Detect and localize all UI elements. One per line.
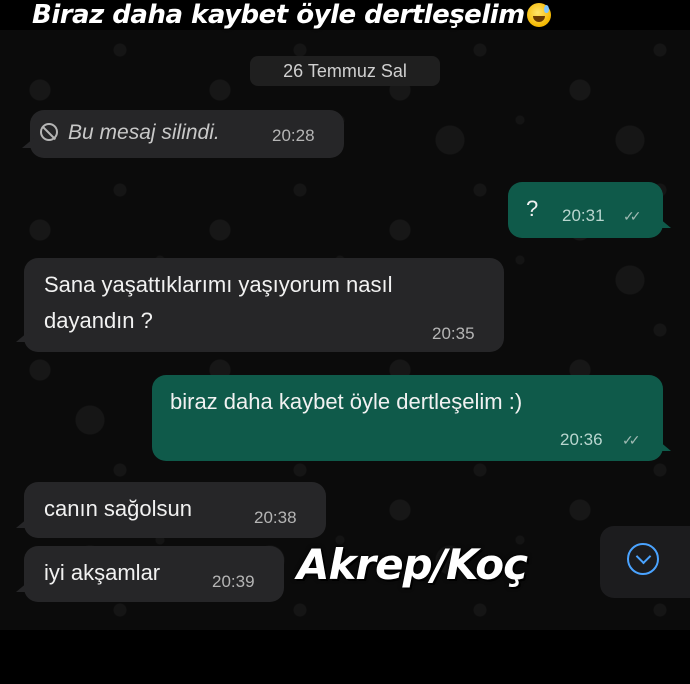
message-text: ? [526, 196, 539, 221]
sticker-text: Akrep/Koç [297, 540, 528, 589]
message-outgoing[interactable]: ? 20:31 ✓✓ [508, 182, 671, 238]
scroll-to-bottom-button[interactable] [600, 526, 690, 598]
message-text: canın sağolsun [44, 496, 192, 521]
bubble-tail [16, 582, 28, 592]
message-time: 20:39 [212, 572, 255, 591]
message-text: biraz daha kaybet öyle dertleşelim :) [170, 389, 523, 414]
bubble-tail [16, 518, 28, 528]
sweat-smile-emoji-icon [526, 3, 551, 27]
message-incoming-deleted[interactable]: Bu mesaj silindi. 20:28 [22, 110, 344, 158]
bubble-tail [22, 138, 34, 148]
bubble-tail [16, 332, 28, 342]
message-time: 20:38 [254, 508, 297, 527]
message-incoming[interactable]: canın sağolsun 20:38 [16, 482, 326, 538]
bubble-tail [659, 441, 671, 451]
message-time: 20:35 [432, 324, 475, 343]
read-receipt-icon: ✓✓ [623, 208, 642, 224]
story-caption: Biraz daha kaybet öyle dertleşelim [32, 0, 551, 30]
message-incoming[interactable]: iyi akşamlar 20:39 [16, 546, 284, 602]
message-outgoing[interactable]: biraz daha kaybet öyle dertleşelim :) 20… [152, 375, 671, 461]
message-text-line2: dayandın ? [44, 308, 153, 333]
read-receipt-icon: ✓✓ [622, 432, 641, 448]
message-text: iyi akşamlar [44, 560, 161, 585]
story-caption-text: Biraz daha kaybet öyle dertleşelim [32, 0, 525, 30]
bubble-tail [659, 218, 671, 228]
message-time: 20:31 [562, 206, 605, 225]
message-time: 20:36 [560, 430, 603, 449]
message-incoming[interactable]: Sana yaşattıklarımı yaşıyorum nasıl daya… [16, 258, 504, 352]
scroll-down-icon [627, 543, 659, 575]
date-separator: 26 Temmuz Sal [250, 56, 440, 86]
message-text: Bu mesaj silindi. [68, 121, 220, 144]
deleted-message-icon [40, 123, 58, 141]
message-text-line1: Sana yaşattıklarımı yaşıyorum nasıl [44, 272, 393, 297]
message-time: 20:28 [272, 126, 315, 145]
